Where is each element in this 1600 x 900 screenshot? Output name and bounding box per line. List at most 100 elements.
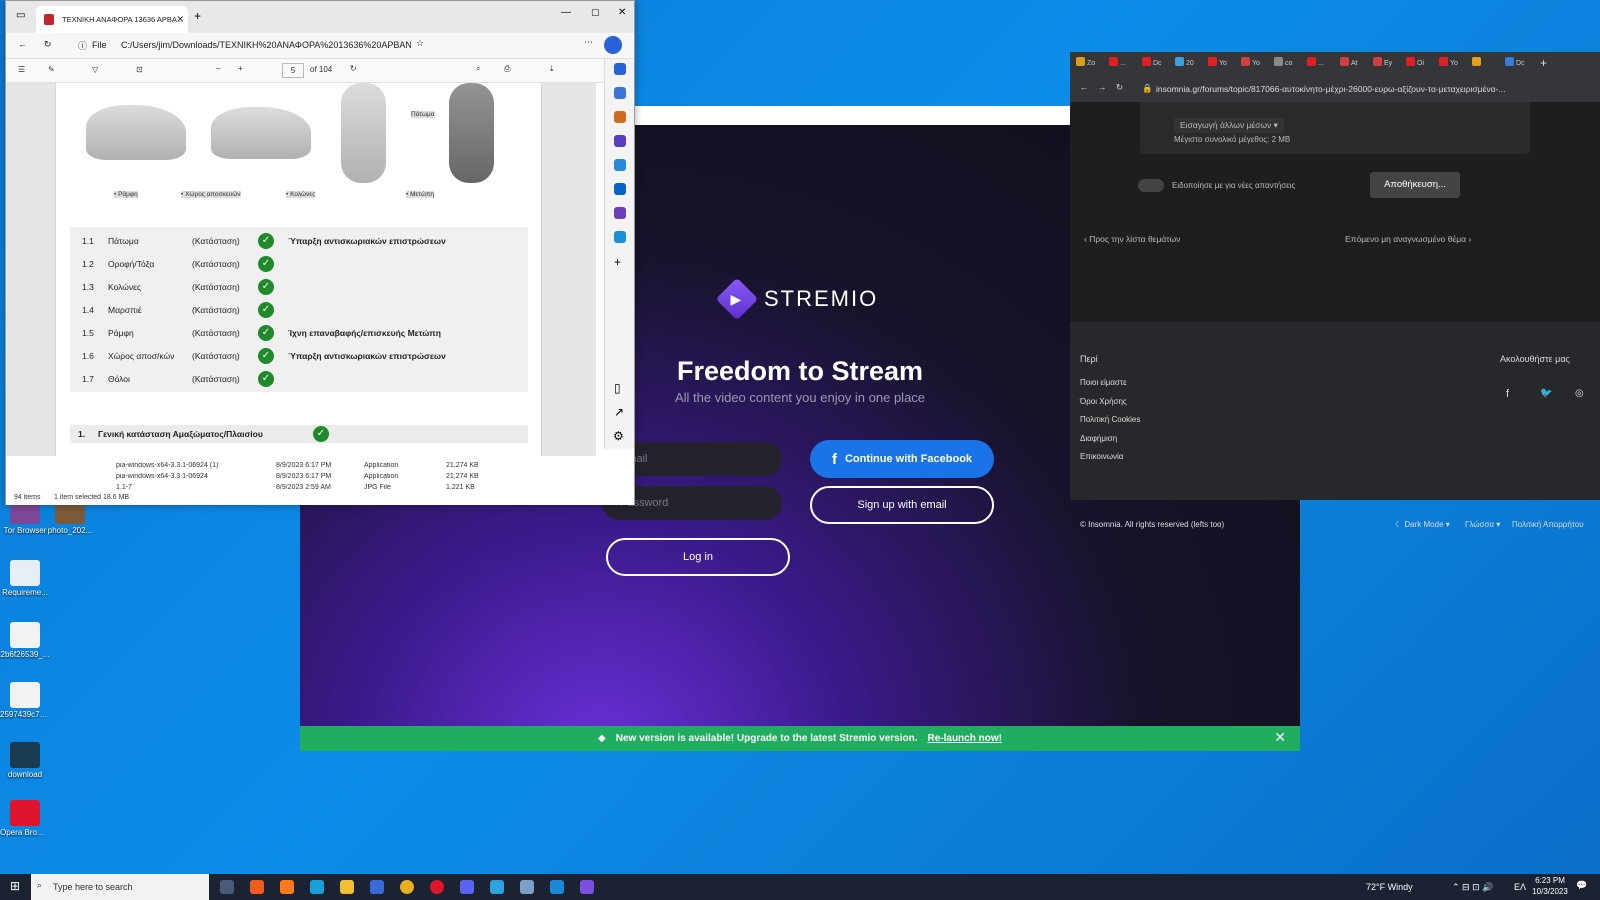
clock-date[interactable]: 10/3/2023 <box>1530 887 1570 896</box>
save-button[interactable]: Αποθήκευση... <box>1370 172 1460 198</box>
edge-icon[interactable] <box>310 880 324 894</box>
weather-label[interactable]: 72°F Windy <box>1366 882 1413 892</box>
twitter-icon[interactable]: 🐦 <box>1540 388 1552 399</box>
back-icon[interactable]: ← <box>1080 82 1089 92</box>
facebook-icon[interactable]: f <box>1506 388 1509 400</box>
save-icon[interactable]: ⤓ <box>550 64 554 74</box>
external-icon[interactable]: ↗ <box>614 405 624 419</box>
stremio-taskbar-icon[interactable] <box>580 880 594 894</box>
file-row[interactable]: pia-windows-x64-3.3.1-06924 8/9/2023 6:17… <box>116 473 516 483</box>
chrome-tab[interactable]: Dc <box>1142 57 1174 71</box>
next-unread-link[interactable]: Επόμενο μη αναγνωσμένο θέμα › <box>1345 234 1471 244</box>
tab-close-icon[interactable]: ✕ <box>176 14 184 25</box>
sidebar-layout-icon[interactable]: ▯ <box>614 381 621 395</box>
shopping-icon[interactable] <box>614 87 626 99</box>
maximize-icon[interactable]: ▢ <box>591 7 600 18</box>
add-icon[interactable]: + <box>614 255 621 269</box>
zoom-out-icon[interactable]: − <box>216 64 221 73</box>
taskbar-search[interactable]: ⌕ Type here to search <box>31 874 209 900</box>
signup-email-button[interactable]: Sign up with email <box>810 486 994 524</box>
more-icon[interactable]: ⋯ <box>584 37 593 48</box>
skype-icon[interactable] <box>550 880 564 894</box>
notepad-icon[interactable] <box>520 880 534 894</box>
chrome-tab[interactable]: At <box>1340 57 1372 71</box>
footer-link[interactable]: Όροι Χρήσης <box>1080 397 1127 406</box>
tray-icons[interactable]: ⌃ ⊟ ⊡ 🔊 <box>1452 882 1493 893</box>
search-icon[interactable]: ⌕ <box>476 64 480 74</box>
brave-icon[interactable] <box>250 880 264 894</box>
footer-link[interactable]: Διαφήμιση <box>1080 434 1117 443</box>
contents-icon[interactable]: ☰ <box>18 65 25 74</box>
highlight-icon[interactable]: ✎ <box>48 65 55 74</box>
telegram-icon[interactable] <box>490 880 504 894</box>
forward-icon[interactable]: → <box>1098 82 1107 92</box>
language-selector[interactable]: Γλώσσα ▾ <box>1465 520 1500 529</box>
refresh-icon[interactable]: ↻ <box>44 39 52 50</box>
favorite-icon[interactable]: ☆ <box>416 38 424 49</box>
file-row[interactable]: 1.1-7 8/9/2023 2:59 AM JPG File 1,221 KB <box>116 484 516 494</box>
chrome-tab[interactable]: ... <box>1109 57 1141 71</box>
chrome-icon[interactable] <box>400 880 414 894</box>
footer-link[interactable]: Ποιοι είμαστε <box>1080 378 1127 387</box>
microsoft365-icon[interactable] <box>614 159 626 171</box>
draw-icon[interactable]: ▽ <box>92 65 98 74</box>
tab-actions-icon[interactable]: ▭ <box>16 10 25 21</box>
chrome-tab[interactable]: co <box>1274 57 1306 71</box>
bing-icon[interactable] <box>604 36 622 54</box>
firefox-icon[interactable] <box>280 880 294 894</box>
facebook-login-button[interactable]: f Continue with Facebook <box>810 440 994 478</box>
privacy-link[interactable]: Πολιτική Απορρήτου <box>1512 520 1584 529</box>
window-close-icon[interactable]: ✕ <box>618 7 626 18</box>
footer-link[interactable]: Πολιτική Cookies <box>1080 415 1140 424</box>
file-row[interactable]: pia-windows-x64-3.3.1-06924 (1) 8/9/2023 … <box>116 462 516 472</box>
drop-icon[interactable] <box>614 231 626 243</box>
opera-icon[interactable] <box>430 880 444 894</box>
desktop-icon[interactable]: Opera Browser <box>0 800 50 837</box>
tab-pdf[interactable]: ΤΕΧΝΙΚΗ ΑΝΑΦΟΡΑ 13636 ΑΡΒΑ... ✕ <box>36 6 188 33</box>
chrome-tab[interactable]: 20 <box>1175 57 1207 71</box>
desktop-icon[interactable]: 2597439c7_... <box>0 682 50 719</box>
chrome-tab[interactable]: Ey <box>1373 57 1405 71</box>
relaunch-link[interactable]: Re-launch now! <box>928 733 1002 744</box>
search-sidebar-icon[interactable] <box>614 63 626 75</box>
back-to-list-link[interactable]: ‹ Προς την λίστα θεμάτων <box>1084 234 1180 244</box>
close-icon[interactable]: ✕ <box>1274 729 1286 746</box>
instagram-icon[interactable]: ◎ <box>1575 388 1584 399</box>
rotate-icon[interactable]: ↻ <box>350 64 357 73</box>
chrome-tab[interactable]: Dc <box>1505 57 1537 71</box>
zoom-in-icon[interactable]: + <box>238 64 243 73</box>
designer-icon[interactable] <box>614 207 626 219</box>
chrome-tab[interactable] <box>1472 57 1504 71</box>
new-tab-icon[interactable]: + <box>1540 56 1547 70</box>
chrome-tab[interactable]: Yo <box>1208 57 1240 71</box>
notification-icon[interactable]: 💬 <box>1576 880 1587 891</box>
desktop-icon[interactable]: Requireme... <box>0 560 50 597</box>
desktop-icon[interactable]: download <box>0 742 50 779</box>
outlook-icon[interactable] <box>614 183 626 195</box>
dark-mode-toggle[interactable]: ☾ Dark Mode ▾ <box>1395 520 1450 529</box>
chrome-tab[interactable]: Zo <box>1076 57 1108 71</box>
footer-link[interactable]: Επικοινωνία <box>1080 452 1123 461</box>
insert-media-button[interactable]: Εισαγωγή άλλων μέσων ▾ <box>1174 118 1284 133</box>
chrome-tab[interactable]: Yo <box>1439 57 1471 71</box>
reload-icon[interactable]: ↻ <box>1116 82 1123 93</box>
chrome-tab[interactable]: Yo <box>1241 57 1273 71</box>
start-icon[interactable]: ⊞ <box>10 879 20 893</box>
store-icon[interactable] <box>370 880 384 894</box>
login-button[interactable]: Log in <box>606 538 790 576</box>
language-indicator[interactable]: ΕΛ <box>1514 882 1526 892</box>
new-tab-icon[interactable]: + <box>194 9 201 23</box>
page-number-input[interactable]: 5 <box>282 63 304 78</box>
read-aloud-icon[interactable]: ⊡ <box>136 65 143 74</box>
settings-gear-icon[interactable]: ⚙ <box>613 429 624 443</box>
clock-time[interactable]: 6:23 PM <box>1532 876 1568 885</box>
games-icon[interactable] <box>614 135 626 147</box>
task-view-icon[interactable] <box>220 880 234 894</box>
discord-icon[interactable] <box>460 880 474 894</box>
notify-toggle[interactable] <box>1138 179 1164 192</box>
print-icon[interactable]: ⎙ <box>504 64 510 74</box>
back-icon[interactable]: ← <box>18 39 27 49</box>
chrome-url[interactable]: insomnia.gr/forums/topic/817066-αυτοκίνη… <box>1156 84 1526 94</box>
file-explorer-icon[interactable] <box>340 880 354 894</box>
minimize-icon[interactable]: — <box>561 7 571 18</box>
